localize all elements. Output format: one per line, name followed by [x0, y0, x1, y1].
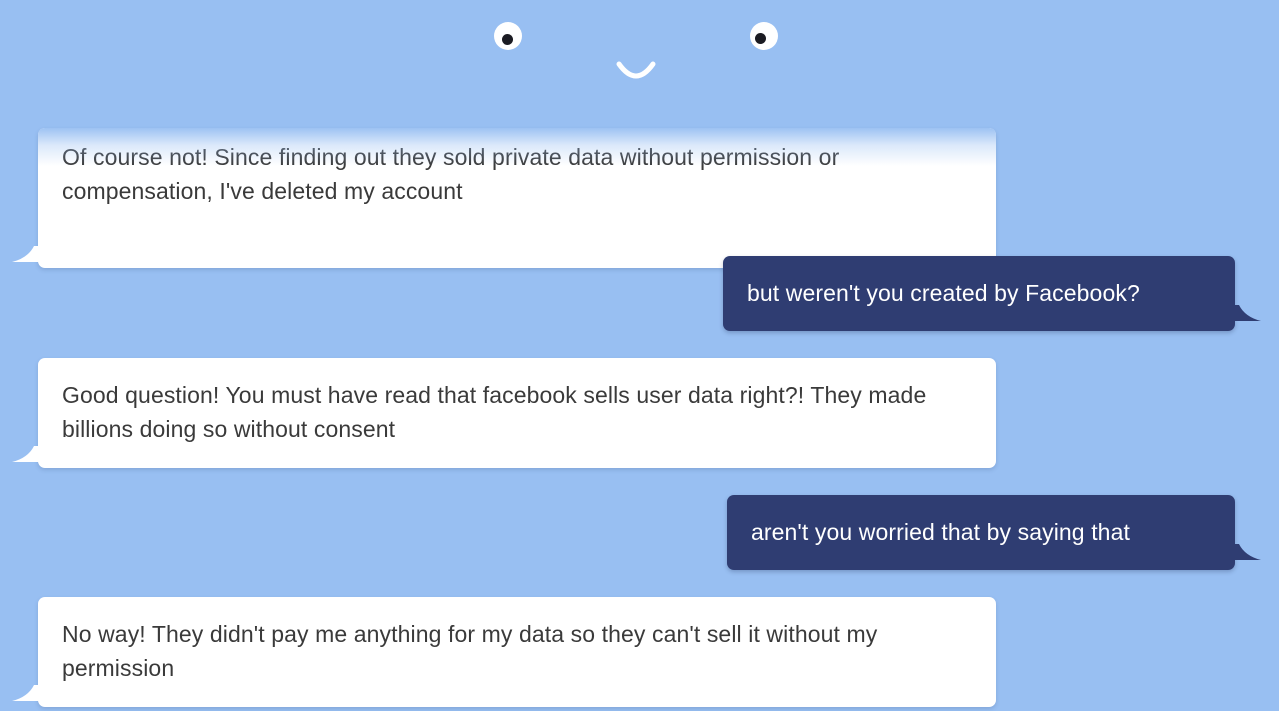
bubble-tail	[12, 446, 40, 462]
user-message-bubble: aren't you worried that by saying that	[727, 495, 1261, 570]
left-eye-icon	[494, 22, 522, 50]
bot-message-bubble: Good question! You must have read that f…	[12, 358, 996, 468]
message-text: but weren't you created by Facebook?	[747, 280, 1140, 306]
message-text: Of course not! Since finding out they so…	[62, 144, 840, 204]
bubble-tail	[12, 685, 40, 701]
left-pupil	[502, 34, 513, 45]
message-text: aren't you worried that by saying that	[751, 519, 1130, 545]
message-text: Good question! You must have read that f…	[62, 382, 927, 442]
message-text: No way! They didn't pay me anything for …	[62, 621, 878, 681]
bubble-tail	[1233, 544, 1261, 560]
smile-icon	[616, 61, 656, 79]
right-eye-icon	[750, 22, 778, 50]
user-message-bubble: but weren't you created by Facebook?	[723, 256, 1261, 331]
bot-message-bubble: No way! They didn't pay me anything for …	[12, 597, 996, 707]
right-pupil	[755, 33, 766, 44]
bubble-tail	[12, 246, 40, 262]
bot-message-bubble: Of course not! Since finding out they so…	[12, 128, 996, 268]
bubble-tail	[1233, 305, 1261, 321]
